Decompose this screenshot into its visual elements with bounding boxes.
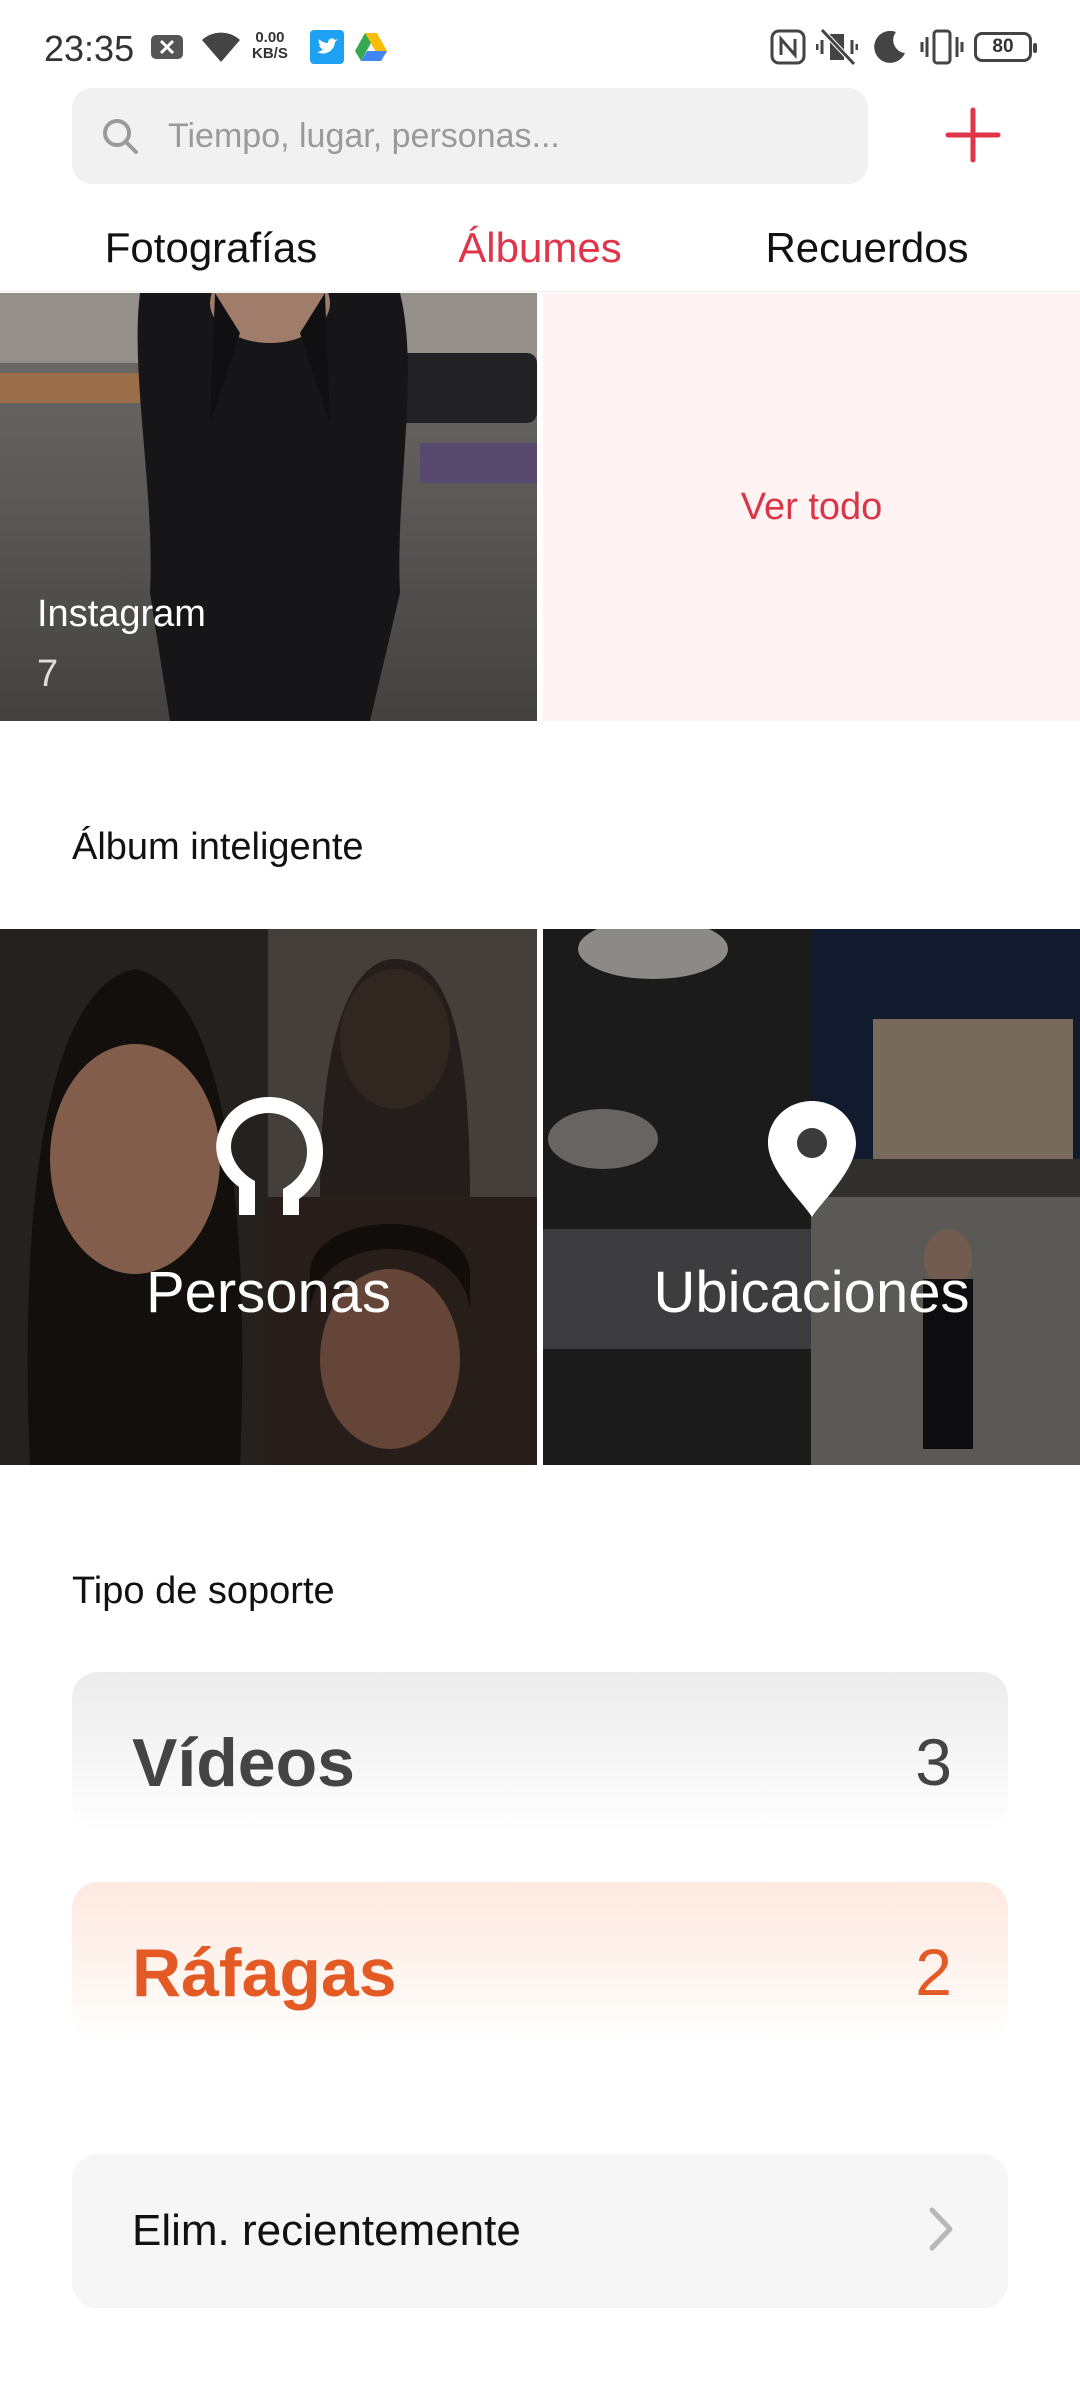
recently-deleted-row[interactable]: Elim. recientemente (72, 2154, 1008, 2308)
recently-deleted-label: Elim. recientemente (132, 2206, 521, 2255)
videos-card[interactable]: Vídeos 3 (72, 1672, 1008, 1832)
people-label: Personas (145, 1260, 392, 1325)
album-title: Instagram (37, 593, 206, 635)
search-input[interactable] (168, 88, 848, 184)
location-pin-icon (764, 1097, 860, 1222)
album-cover-image (0, 293, 537, 721)
chevron-right-icon (926, 2204, 956, 2254)
tab-bar: Fotografías Álbumes Recuerdos (0, 210, 1080, 292)
status-bar: 23:35 0.00 KB/S 80 (0, 0, 1080, 90)
tab-albums[interactable]: Álbumes (458, 224, 621, 272)
album-count: 7 (37, 653, 59, 695)
moon-icon (872, 28, 908, 66)
net-speed-unit: KB/S (252, 45, 288, 62)
add-album-button[interactable] (942, 104, 1004, 166)
vibrate-icon (920, 28, 964, 66)
videos-label: Vídeos (132, 1725, 355, 1801)
tab-memories[interactable]: Recuerdos (765, 224, 968, 272)
videos-count: 3 (915, 1725, 952, 1799)
wifi-icon (200, 28, 242, 66)
person-icon (209, 1097, 329, 1222)
plus-icon (945, 107, 1001, 163)
media-type-heading: Tipo de soporte (72, 1570, 335, 1612)
view-all-button[interactable]: Ver todo (543, 293, 1080, 721)
battery-icon: 80 (974, 32, 1037, 62)
places-label: Ubicaciones (653, 1260, 970, 1325)
album-instagram[interactable]: Instagram 7 (0, 293, 537, 721)
net-speed: 0.00 KB/S (252, 30, 288, 62)
smart-album-heading: Álbum inteligente (72, 826, 364, 868)
status-time: 23:35 (44, 28, 135, 69)
smart-album-places[interactable]: Ubicaciones (543, 929, 1080, 1465)
smart-album-people[interactable]: Personas (0, 929, 537, 1465)
notification-x-icon (150, 28, 184, 66)
vibrate-off-icon (816, 28, 858, 66)
tab-photos[interactable]: Fotografías (105, 224, 317, 272)
bursts-label: Ráfagas (132, 1935, 397, 2011)
bursts-count: 2 (915, 1935, 952, 2009)
search-bar[interactable] (72, 88, 868, 184)
search-icon (100, 116, 140, 156)
twitter-icon (310, 28, 344, 66)
net-speed-value: 0.00 (255, 29, 285, 46)
view-all-label: Ver todo (740, 485, 883, 528)
drive-icon (354, 28, 388, 66)
bursts-card[interactable]: Ráfagas 2 (72, 1882, 1008, 2042)
nfc-icon (770, 28, 806, 66)
